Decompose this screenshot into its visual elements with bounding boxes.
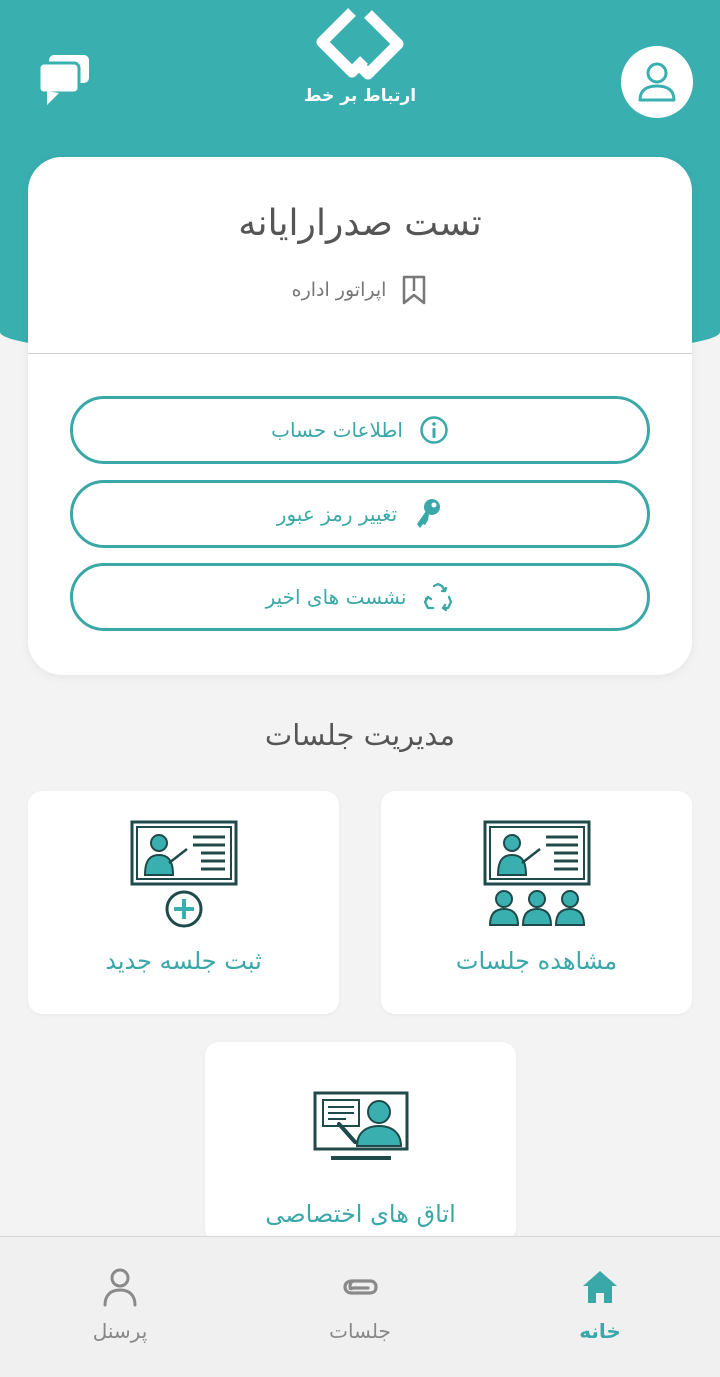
view-sessions-tile[interactable]: مشاهده جلسات [381, 791, 692, 1014]
divider [28, 353, 692, 354]
nav-personnel-label: پرسنل [92, 1319, 148, 1343]
section-title: مدیریت جلسات [264, 718, 456, 752]
presentation-audience-icon [483, 820, 590, 926]
person-icon [103, 1268, 137, 1307]
profile-role: اپراتور اداره [291, 279, 387, 301]
nav-personnel[interactable]: پرسنل [0, 1237, 240, 1377]
recent-sessions-button[interactable]: نشست های اخیر [70, 563, 650, 631]
nav-sessions-label: جلسات [329, 1319, 391, 1343]
nav-sessions[interactable]: جلسات [240, 1237, 480, 1377]
app-name: ارتباط بر خط [303, 86, 417, 106]
profile-role-row: اپراتور اداره [28, 275, 692, 305]
bookmark-icon [403, 275, 426, 305]
chat-bubbles-icon [37, 55, 89, 105]
recycle-icon [424, 582, 453, 612]
app-logo: ارتباط بر خط [300, 2, 420, 112]
profile-name: تست صدرارایانه [238, 203, 482, 244]
account-info-label: اطلاعات حساب [271, 418, 403, 442]
nav-home-label: خانه [579, 1319, 621, 1343]
account-info-button[interactable]: اطلاعات حساب [70, 396, 650, 464]
view-sessions-label: مشاهده جلسات [455, 947, 618, 975]
info-icon [420, 416, 448, 444]
home-icon [583, 1271, 617, 1303]
chat-button[interactable] [36, 52, 92, 108]
bottom-nav: خانه جلسات پرسنل [0, 1236, 720, 1377]
profile-card: تست صدرارایانه اپراتور اداره اطلاعات حسا… [28, 157, 692, 675]
recent-sessions-label: نشست های اخیر [265, 585, 407, 609]
dedicated-rooms-tile[interactable]: اتاق های اختصاصی [205, 1042, 516, 1242]
profile-avatar-button[interactable] [621, 46, 693, 118]
key-icon [417, 499, 441, 528]
logo-mark-icon [316, 8, 404, 80]
video-room-icon [313, 1091, 408, 1160]
new-session-tile[interactable]: ثبت جلسه جدید [28, 791, 339, 1014]
change-password-label: تغییر رمز عبور [276, 502, 398, 526]
dedicated-rooms-label: اتاق های اختصاصی [265, 1200, 456, 1228]
paperclip-icon [343, 1279, 378, 1295]
new-session-label: ثبت جلسه جدید [105, 947, 262, 975]
user-icon [638, 62, 676, 102]
change-password-button[interactable]: تغییر رمز عبور [70, 480, 650, 548]
nav-home[interactable]: خانه [480, 1237, 720, 1377]
presentation-add-icon [130, 820, 237, 928]
